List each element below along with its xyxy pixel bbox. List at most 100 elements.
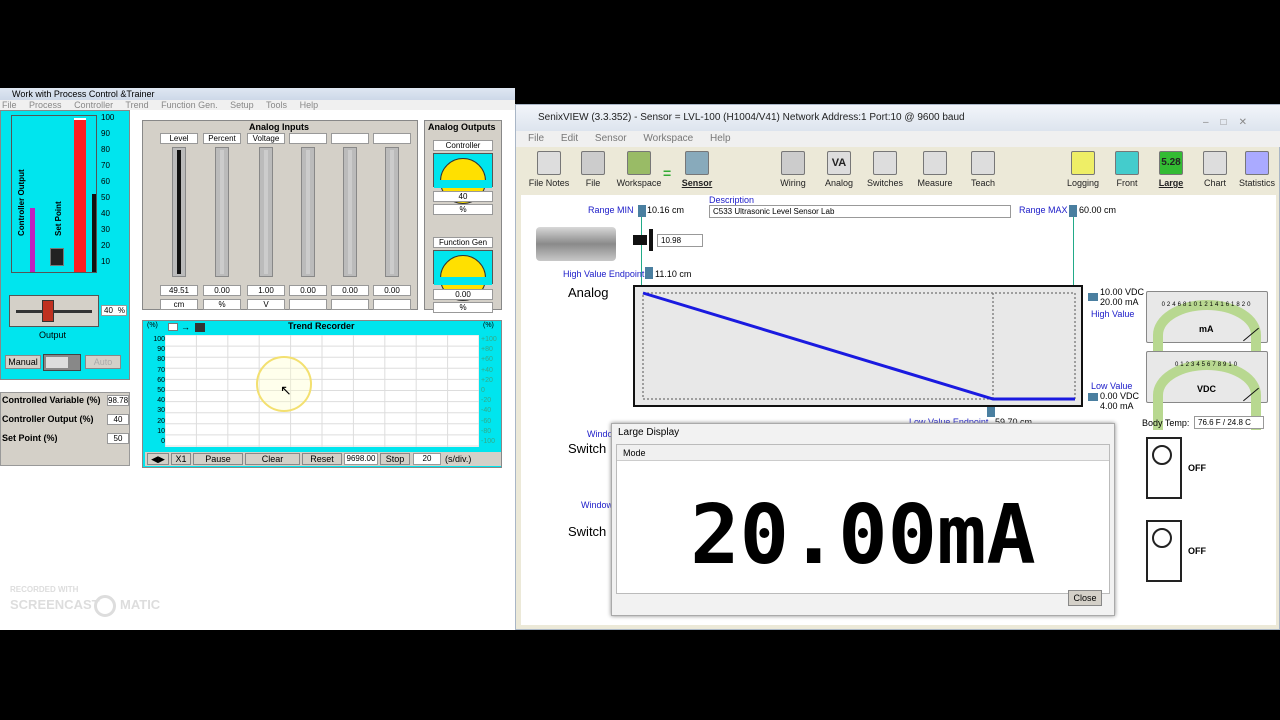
toolbar-measure-button[interactable]: Measure bbox=[912, 151, 958, 188]
output-label: Output bbox=[39, 330, 67, 340]
range-max-label: Range MAX bbox=[1019, 205, 1068, 215]
x1-button[interactable]: X1 bbox=[171, 453, 191, 465]
controlled-variable-value: 98.78 bbox=[107, 395, 129, 406]
file-notes-icon bbox=[537, 151, 561, 175]
trend-left-tick: 100 bbox=[153, 336, 165, 343]
trend-left-scale: 100 90 80 70 60 50 40 30 20 10 0 bbox=[145, 335, 165, 447]
vdc-meter-label: VDC bbox=[1197, 384, 1217, 394]
output-slider[interactable] bbox=[9, 295, 99, 327]
trend-scroll-arrows[interactable]: ◀▶ bbox=[147, 453, 169, 465]
pause-button[interactable]: Pause bbox=[193, 453, 243, 465]
sensor-icon bbox=[685, 151, 709, 175]
toolbar-wiring-button[interactable]: Wiring bbox=[770, 151, 816, 188]
menu-help[interactable]: Help bbox=[300, 100, 319, 110]
trend-export-icon[interactable]: → bbox=[181, 322, 190, 332]
toolbar-statistics-button[interactable]: Statistics bbox=[1234, 151, 1280, 188]
file-icon bbox=[581, 151, 605, 175]
statistics-icon bbox=[1245, 151, 1269, 175]
lv-handle[interactable] bbox=[1088, 393, 1098, 401]
stop-button[interactable]: Stop bbox=[380, 453, 410, 465]
hv-handle[interactable] bbox=[1088, 293, 1098, 301]
controller-output-stat-label: Controller Output (%) bbox=[2, 414, 94, 424]
set-point-arrow-button[interactable] bbox=[50, 248, 64, 266]
watermark-line3: MATIC bbox=[120, 597, 161, 612]
range-min-handle[interactable] bbox=[638, 205, 646, 217]
menu-function-gen[interactable]: Function Gen. bbox=[161, 100, 218, 110]
window-controls[interactable]: –□✕ bbox=[1203, 110, 1273, 128]
description-field[interactable]: C533 Ultrasonic Level Sensor Lab bbox=[709, 205, 1011, 218]
teach-icon bbox=[971, 151, 995, 175]
toolbar-label: Wiring bbox=[780, 178, 806, 188]
controller-bars: Controller Output Set Point bbox=[11, 115, 97, 273]
menu-setup[interactable]: Setup bbox=[230, 100, 254, 110]
switches-icon bbox=[873, 151, 897, 175]
controller-gauge bbox=[433, 153, 493, 204]
menu-file[interactable]: File bbox=[528, 133, 544, 144]
toolbar-sensor-button[interactable]: Sensor bbox=[674, 151, 720, 188]
trend-left-tick: 60 bbox=[157, 376, 165, 384]
range-max-handle[interactable] bbox=[1069, 205, 1077, 217]
menu-trend[interactable]: Trend bbox=[125, 100, 148, 110]
auto-button[interactable]: Auto bbox=[85, 355, 121, 369]
toolbar-workspace-button[interactable]: Workspace bbox=[616, 151, 662, 188]
toolbar-chart-button[interactable]: Chart bbox=[1192, 151, 1238, 188]
menu-file[interactable]: File bbox=[2, 100, 17, 110]
trend-left-tick: 30 bbox=[157, 407, 165, 415]
menu-help[interactable]: Help bbox=[710, 133, 731, 144]
hv-label: High Value bbox=[1091, 309, 1135, 319]
trend-left-tick: 50 bbox=[157, 387, 165, 395]
menu-edit[interactable]: Edit bbox=[561, 133, 578, 144]
menu-controller[interactable]: Controller bbox=[74, 100, 113, 110]
mode-menu[interactable]: Mode bbox=[617, 445, 1109, 461]
toolbar-file-notes-button[interactable]: File Notes bbox=[526, 151, 572, 188]
time-div-field[interactable]: 20 bbox=[413, 453, 441, 465]
set-point-label: Set Point bbox=[54, 201, 63, 236]
toolbar-analog-button[interactable]: VA Analog bbox=[816, 151, 862, 188]
save-icon[interactable] bbox=[195, 323, 205, 332]
manual-auto-toggle[interactable] bbox=[43, 354, 81, 371]
trend-checkbox[interactable] bbox=[168, 323, 178, 331]
switch-2-label: Switch bbox=[568, 524, 607, 539]
toolbar-label: Logging bbox=[1066, 178, 1100, 188]
close-button[interactable]: Close bbox=[1068, 590, 1102, 606]
trend-title: Trend Recorder bbox=[288, 321, 355, 331]
menu-process[interactable]: Process bbox=[29, 100, 62, 110]
ai-header-3 bbox=[289, 133, 327, 144]
trend-right-tick: +80 bbox=[481, 346, 493, 354]
clear-button[interactable]: Clear bbox=[245, 453, 300, 465]
analog-inputs-panel: Analog Inputs Level 49.51 cm Percent 0.00… bbox=[142, 120, 418, 310]
toolbar-front-button[interactable]: Front bbox=[1104, 151, 1150, 188]
toolbar-switches-button[interactable]: Switches bbox=[862, 151, 908, 188]
toolbar-large-button[interactable]: 5.28 Large bbox=[1148, 151, 1194, 188]
trend-pct-left: (%) bbox=[147, 322, 158, 329]
toolbar-file-button[interactable]: File bbox=[570, 151, 616, 188]
trend-left-tick: 0 bbox=[161, 438, 165, 446]
left-main-area: Controller Output Set Point 100 90 80 70… bbox=[0, 110, 515, 630]
controller-scale: 100 90 80 70 60 50 40 30 20 10 bbox=[101, 111, 129, 276]
trend-grid bbox=[165, 335, 479, 447]
logging-icon bbox=[1071, 151, 1095, 175]
trend-right-scale: +100 +80 +60 +40 +20 0 -20 -40 -60 -80 -100 bbox=[481, 335, 501, 447]
manual-button[interactable]: Manual bbox=[5, 355, 41, 369]
slider-thumb[interactable] bbox=[42, 300, 54, 322]
toolbar-label: File Notes bbox=[528, 178, 570, 188]
output-value-field[interactable]: 40 % bbox=[101, 305, 127, 316]
ai-header-5 bbox=[373, 133, 411, 144]
large-display-title: Large Display bbox=[618, 427, 680, 438]
controller-output-value: 40 bbox=[107, 414, 129, 425]
ai-bar-2 bbox=[259, 147, 273, 277]
chart-icon bbox=[1203, 151, 1227, 175]
high-endpoint-handle[interactable] bbox=[645, 267, 653, 279]
output-value: 40 bbox=[104, 306, 113, 315]
ai-bar-1 bbox=[215, 147, 229, 277]
toolbar-teach-button[interactable]: Teach bbox=[960, 151, 1006, 188]
ai-unit-2: V bbox=[247, 299, 285, 310]
ma-meter-label: mA bbox=[1199, 324, 1214, 334]
menu-sensor[interactable]: Sensor bbox=[595, 133, 627, 144]
reset-button[interactable]: Reset bbox=[302, 453, 342, 465]
menu-workspace[interactable]: Workspace bbox=[643, 133, 693, 144]
lv-endpoint-handle[interactable] bbox=[987, 407, 995, 417]
menu-tools[interactable]: Tools bbox=[266, 100, 287, 110]
toolbar-logging-button[interactable]: Logging bbox=[1060, 151, 1106, 188]
front-icon bbox=[1115, 151, 1139, 175]
